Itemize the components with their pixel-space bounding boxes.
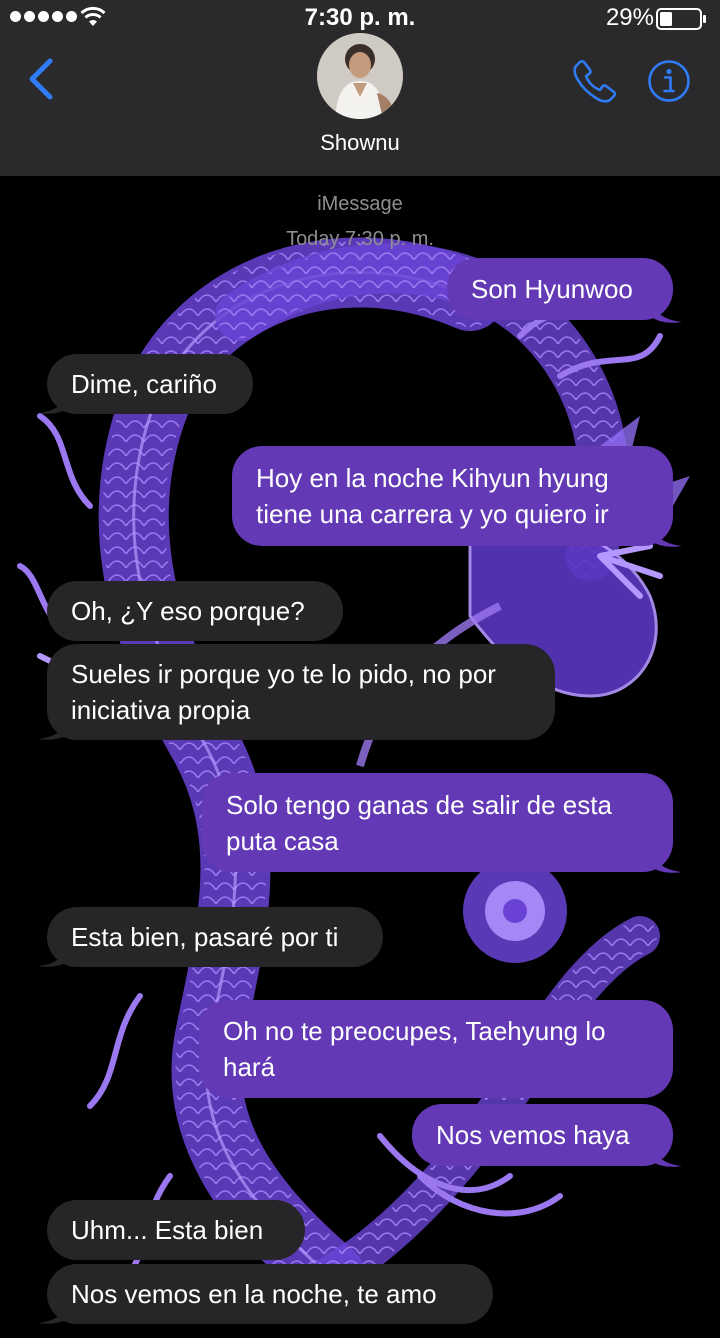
message-received[interactable]: Sueles ir porque yo te lo pido, no por i…: [47, 644, 555, 740]
battery-icon: [656, 8, 706, 30]
message-sent[interactable]: Solo tengo ganas de salir de esta puta c…: [202, 773, 673, 872]
message-text: Esta bien, pasaré por ti: [71, 922, 339, 952]
contact-avatar[interactable]: [317, 33, 403, 119]
info-button[interactable]: [647, 59, 691, 103]
message-text: Dime, cariño: [71, 369, 217, 399]
message-received[interactable]: Esta bien, pasaré por ti: [47, 907, 383, 967]
message-received[interactable]: Nos vemos en la noche, te amo: [47, 1264, 493, 1324]
chevron-left-icon: [29, 58, 53, 100]
message-text: Sueles ir porque yo te lo pido, no por i…: [71, 659, 496, 725]
message-text: Solo tengo ganas de salir de esta puta c…: [226, 789, 612, 856]
message-received[interactable]: Uhm... Esta bien: [47, 1200, 305, 1260]
message-text: Nos vemos en la noche, te amo: [71, 1279, 437, 1309]
contact-name[interactable]: Shownu: [0, 130, 720, 156]
message-text: Son Hyunwoo: [471, 274, 633, 304]
message-received[interactable]: Dime, cariño: [47, 354, 253, 414]
message-text: Oh, ¿Y eso porque?: [71, 596, 305, 626]
message-sent[interactable]: Oh no te preocupes, Taehyung lo hará: [199, 1000, 673, 1098]
info-icon: [648, 60, 690, 102]
phone-icon: [573, 59, 617, 103]
message-sent[interactable]: Hoy en la noche Kihyun hyung tiene una c…: [232, 446, 673, 546]
message-sent[interactable]: Nos vemos haya: [412, 1104, 673, 1166]
message-text: Nos vemos haya: [436, 1120, 630, 1150]
service-label: iMessage: [317, 193, 403, 215]
message-sent[interactable]: Son Hyunwoo: [447, 258, 673, 320]
message-text: Uhm... Esta bien: [71, 1215, 264, 1245]
navigation-header: 7:30 p. m. 29% Shownu: [0, 0, 720, 176]
battery-percentage: 29%: [605, 4, 654, 31]
status-bar: 7:30 p. m. 29%: [0, 0, 720, 36]
message-text: Hoy en la noche Kihyun hyung tiene una c…: [256, 463, 609, 529]
call-button[interactable]: [572, 58, 618, 104]
message-text: Oh no te preocupes, Taehyung lo hará: [223, 1016, 606, 1082]
messages-screen: 7:30 p. m. 29% Shownu iMessage Today 7:3…: [0, 0, 720, 1338]
thread-timestamp: Today 7:30 p. m.: [286, 228, 434, 250]
back-button[interactable]: [22, 56, 62, 102]
message-received[interactable]: Oh, ¿Y eso porque?: [47, 581, 343, 641]
